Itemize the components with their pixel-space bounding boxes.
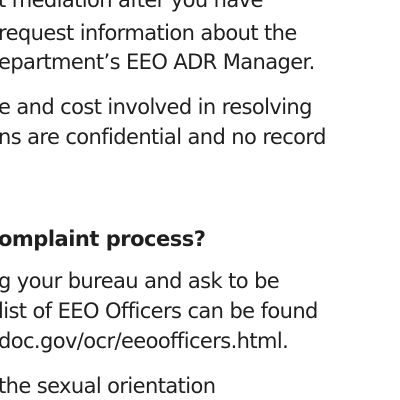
- section-heading: omplaint process?: [0, 227, 206, 251]
- mediation-line-3: epartment’s EEO ADR Manager.: [0, 50, 315, 74]
- cost-line-2: ns are confidential and no record: [0, 125, 326, 149]
- orientation-line-1: the sexual orientation: [0, 374, 216, 398]
- mediation-line-2: request information about the: [0, 21, 297, 45]
- contact-line-3: doc.gov/ocr/eeoofficers.html.: [0, 329, 289, 353]
- contact-line-2: list of EEO Officers can be found: [0, 299, 318, 323]
- contact-line-1: g your bureau and ask to be: [0, 269, 280, 293]
- document-page: t mediation after you have request infor…: [0, 0, 400, 400]
- cost-line-1: e and cost involved in resolving: [0, 95, 312, 119]
- mediation-line-1: t mediation after you have: [0, 0, 263, 12]
